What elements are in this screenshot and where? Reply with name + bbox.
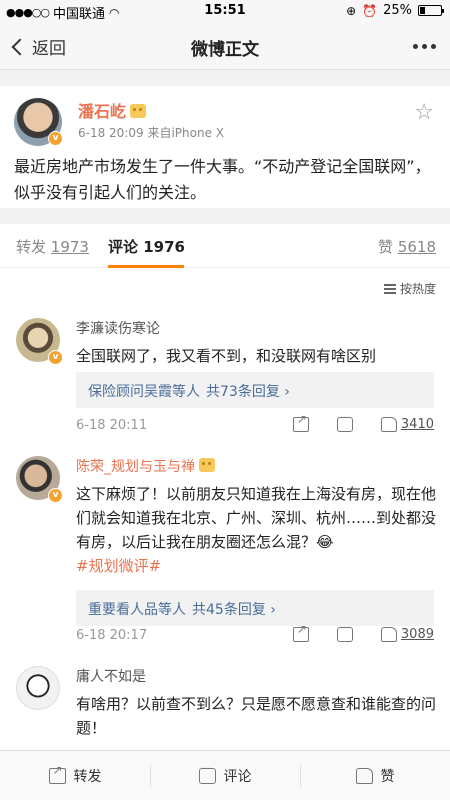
thumbs-up-icon <box>380 627 397 642</box>
like-count: 3089 <box>400 627 434 642</box>
comment-item: v 李濂读伤寒论 全国联网了，我又看不到，和没联网有啥区别 保险顾问吴霞等人 共7… <box>0 308 450 446</box>
tab-comment-label: 评论 <box>108 238 139 256</box>
comment-actions: 3410 <box>292 412 434 432</box>
like-post-button[interactable]: 赞 <box>300 751 450 800</box>
tab-like[interactable]: 赞 5618 <box>378 236 436 257</box>
comment-text-main: 这下麻烦了！以前朋友只知道我在上海没有房，现在他们就会知道我在北京、广州、深圳、… <box>76 485 437 551</box>
interaction-tabs: 转发 1973 评论 1976 赞 5618 <box>0 224 450 268</box>
like-label: 赞 <box>380 768 395 785</box>
bottom-toolbar: 转发 评论 赞 <box>0 750 450 800</box>
dot-icon <box>431 44 436 49</box>
tab-like-count: 5618 <box>397 238 436 256</box>
repost-label: 转发 <box>73 768 102 785</box>
reply-count: 共73条回复 › <box>206 384 290 400</box>
reply-icon[interactable] <box>336 413 353 432</box>
comment-actions: 3089 <box>292 622 434 642</box>
nav-bar: 返回 微博正文 <box>0 22 450 70</box>
sort-icon <box>383 283 396 294</box>
like-button[interactable]: 3089 <box>380 627 434 642</box>
sort-by-hot-button[interactable]: 按热度 <box>383 280 436 297</box>
comment-icon <box>198 764 216 784</box>
like-button[interactable]: 3410 <box>380 417 434 432</box>
commenter-name-text: 陈荣_规划与玉与禅 <box>76 459 195 475</box>
share-icon[interactable] <box>292 622 309 642</box>
commenter-name[interactable]: 李濂读伤寒论 <box>76 318 160 338</box>
commenter-name[interactable]: 陈荣_规划与玉与禅 <box>76 456 215 476</box>
verified-badge-icon: v <box>48 488 63 503</box>
tab-repost-count: 1973 <box>50 238 89 256</box>
hashtag-link[interactable]: #规划微评# <box>76 557 161 575</box>
tab-like-label: 赞 <box>378 238 394 256</box>
battery-icon <box>418 5 444 16</box>
reply-icon[interactable] <box>336 623 353 642</box>
reply-preview[interactable]: 重要看人品等人 共45条回复 › <box>76 590 434 626</box>
share-icon[interactable] <box>292 412 309 432</box>
post-text: 最近房地产市场发生了一件大事。“不动产登记全国联网”，似乎没有引起人们的关注。 <box>14 157 431 202</box>
battery-percent: 25% <box>383 3 412 18</box>
alarm-icon: ⏰ <box>362 3 378 18</box>
comment-item: 庸人不如是 有啥用？以前查不到么？只是愿不愿意查和谁能查的问题！ <box>0 656 450 750</box>
star-icon[interactable]: ☆ <box>414 100 434 125</box>
commenter-avatar[interactable] <box>16 666 60 710</box>
repost-button[interactable]: 转发 <box>0 751 150 800</box>
battery-fill <box>420 7 425 14</box>
tab-comment-count: 1976 <box>143 238 185 256</box>
vip-crown-icon <box>130 104 147 118</box>
comment-label: 评论 <box>223 768 252 785</box>
reply-preview-users: 重要看人品等人 <box>88 602 186 618</box>
author-name[interactable]: 潘石屹 <box>78 98 147 122</box>
comment-text: 全国联网了，我又看不到，和没联网有啥区别 <box>76 347 377 365</box>
comment-date: 6-18 20:17 <box>76 628 148 643</box>
reply-preview[interactable]: 保险顾问吴霞等人 共73条回复 › <box>76 372 434 408</box>
tab-repost-label: 转发 <box>16 238 47 256</box>
comment-item: v 陈荣_规划与玉与禅 这下麻烦了！以前朋友只知道我在上海没有房，现在他们就会知… <box>0 446 450 656</box>
status-bar: ●●●○○ 中国联通 ◠ 15:51 ⊕ ⏰ 25% <box>0 0 450 22</box>
comment-text: 有啥用？以前查不到么？只是愿不愿意查和谁能查的问题！ <box>76 695 437 737</box>
post-card: v 潘石屹 6-18 20:09 来自iPhone X ☆ 最近房地产市场发生了… <box>0 86 450 208</box>
vip-crown-icon <box>199 458 215 472</box>
verified-badge-icon: v <box>48 131 63 146</box>
dot-icon <box>413 44 418 49</box>
author-name-text: 潘石屹 <box>78 102 127 121</box>
thumbs-up-icon <box>355 767 373 784</box>
tab-repost[interactable]: 转发 1973 <box>16 236 89 257</box>
post-meta: 6-18 20:09 来自iPhone X <box>78 126 224 140</box>
comment-date: 6-18 20:11 <box>76 418 148 433</box>
commenter-name[interactable]: 庸人不如是 <box>76 666 146 686</box>
page-title: 微博正文 <box>191 40 259 60</box>
sort-bar: 按热度 <box>0 268 450 308</box>
thumbs-up-icon <box>380 417 397 432</box>
tab-comment[interactable]: 评论 1976 <box>108 236 185 257</box>
dot-icon <box>422 44 427 49</box>
reply-count: 共45条回复 › <box>192 602 276 618</box>
sort-label: 按热度 <box>399 282 436 296</box>
comment-text: 这下麻烦了！以前朋友只知道我在上海没有房，现在他们就会知道我在北京、广州、深圳、… <box>76 482 438 578</box>
like-count: 3410 <box>400 417 434 432</box>
orientation-lock-icon: ⊕ <box>346 3 357 18</box>
comment-list[interactable]: v 李濂读伤寒论 全国联网了，我又看不到，和没联网有啥区别 保险顾问吴霞等人 共7… <box>0 308 450 750</box>
reply-preview-users: 保险顾问吴霞等人 <box>88 384 200 400</box>
comment-button[interactable]: 评论 <box>150 751 300 800</box>
repost-icon <box>48 763 66 784</box>
verified-badge-icon: v <box>48 350 63 365</box>
more-options-button[interactable] <box>413 44 436 49</box>
